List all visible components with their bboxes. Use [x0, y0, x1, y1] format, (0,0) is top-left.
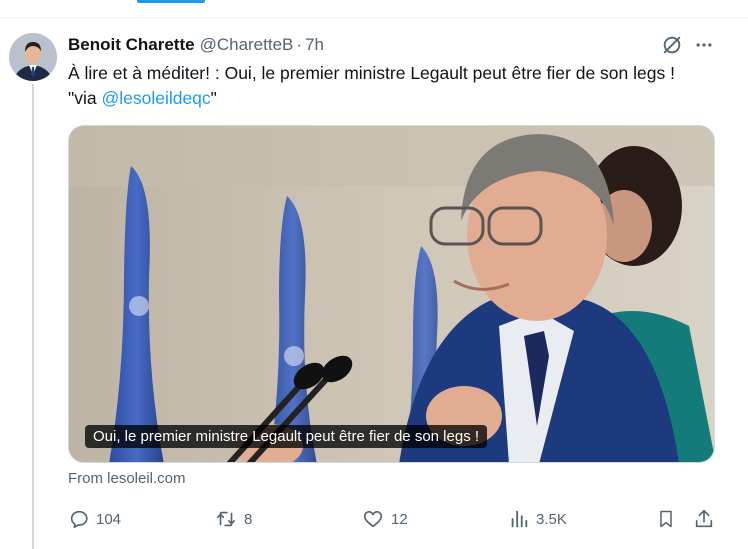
like-icon — [363, 511, 383, 528]
card-image — [69, 126, 714, 462]
reply-count: 104 — [96, 510, 122, 528]
active-tab-indicator — [137, 0, 205, 3]
views-count: 3.5K — [536, 510, 567, 528]
tweet-header: Benoit Charette @CharetteB · 7h — [68, 34, 324, 56]
timestamp[interactable]: 7h — [305, 35, 324, 55]
tweet-text: À lire et à méditer! : Oui, le premier m… — [68, 61, 708, 111]
reply-icon — [70, 510, 88, 529]
author-handle[interactable]: @CharetteB — [200, 35, 294, 55]
author-name[interactable]: Benoit Charette — [68, 35, 195, 55]
tweet-actions: 104 8 12 3.5K — [0, 505, 748, 533]
more-button[interactable] — [691, 33, 717, 57]
reply-button[interactable]: 104 — [68, 505, 121, 533]
like-button[interactable]: 12 — [361, 505, 408, 533]
like-count: 12 — [391, 510, 408, 528]
repost-icon — [216, 511, 236, 527]
avatar-image — [9, 33, 57, 81]
bookmark-button[interactable] — [656, 505, 676, 533]
views-icon — [511, 510, 528, 528]
grok-button[interactable] — [659, 33, 685, 57]
link-card[interactable]: Oui, le premier ministre Legault peut êt… — [68, 125, 715, 463]
repost-count: 8 — [244, 510, 253, 528]
thread-line — [32, 84, 34, 549]
bookmark-icon — [660, 510, 672, 528]
grok-icon — [663, 36, 681, 54]
repost-button[interactable]: 8 — [214, 505, 252, 533]
separator-dot: · — [296, 35, 303, 54]
card-source[interactable]: From lesoleil.com — [68, 470, 186, 487]
top-tab-bar — [0, 0, 748, 18]
more-icon — [696, 43, 712, 47]
avatar[interactable] — [9, 33, 57, 81]
tweet-text-end: " — [210, 88, 217, 108]
mention-link[interactable]: @lesoleildeqc — [101, 88, 210, 108]
views-button[interactable]: 3.5K — [508, 505, 567, 533]
card-caption: Oui, le premier ministre Legault peut êt… — [85, 425, 488, 448]
share-button[interactable] — [693, 505, 715, 533]
share-icon — [695, 509, 713, 528]
